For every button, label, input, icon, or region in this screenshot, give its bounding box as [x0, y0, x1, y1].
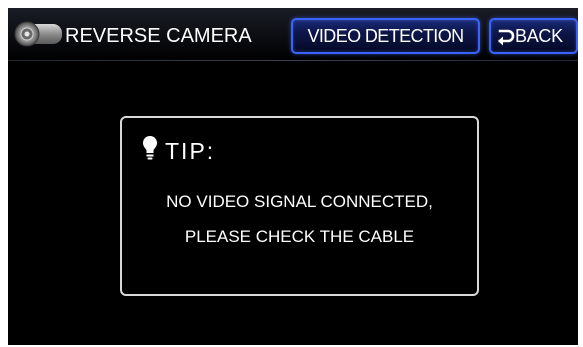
top-bar: REVERSE CAMERA VIDEO DETECTION BACK: [8, 8, 578, 60]
reverse-camera-screen: REVERSE CAMERA VIDEO DETECTION BACK TIP:…: [8, 8, 578, 345]
return-arrow-icon: [498, 29, 515, 46]
tip-message-line: PLEASE CHECK THE CABLE: [184, 227, 415, 246]
camera-icon: [14, 21, 62, 47]
tip-title: TIP:: [165, 138, 216, 164]
tip-dialog: TIP: NO VIDEO SIGNAL CONNECTED, PLEASE C…: [120, 116, 479, 296]
tip-message-line: NO VIDEO SIGNAL CONNECTED,: [166, 192, 433, 211]
video-detection-button[interactable]: VIDEO DETECTION: [291, 18, 480, 54]
lightbulb-icon: [143, 136, 157, 160]
back-button[interactable]: BACK: [489, 18, 578, 54]
header-divider: [8, 60, 578, 61]
video-detection-label: VIDEO DETECTION: [307, 26, 464, 46]
back-label: BACK: [515, 26, 563, 46]
page-title: REVERSE CAMERA: [65, 25, 252, 47]
